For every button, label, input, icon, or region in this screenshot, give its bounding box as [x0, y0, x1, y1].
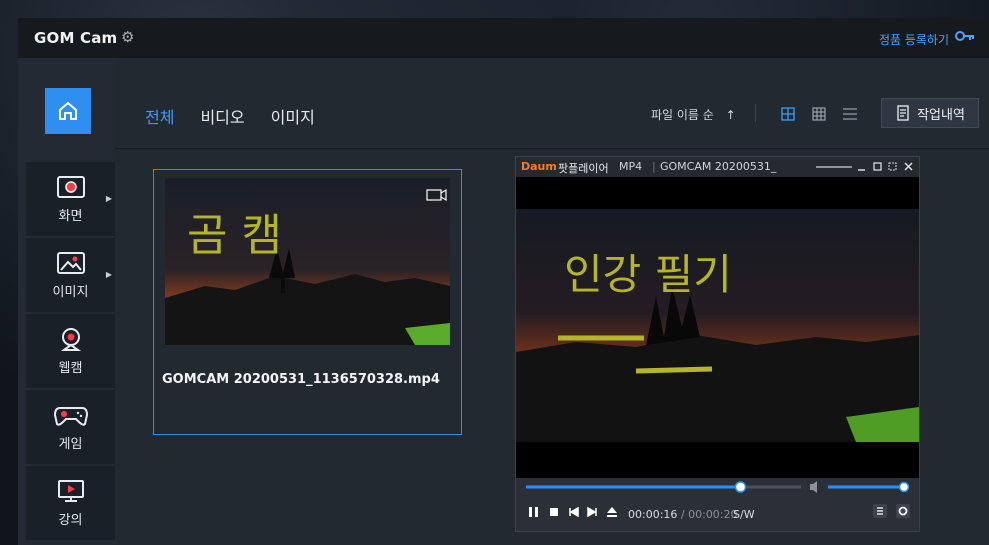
window-controls[interactable] — [816, 162, 916, 172]
eject-icon — [607, 507, 617, 517]
divider — [755, 104, 756, 122]
volume-handle — [898, 481, 910, 493]
screen-record-icon — [56, 175, 85, 198]
file-name: GOMCAM 20200531_1136570328.mp4 — [162, 372, 440, 387]
seek-handle — [734, 481, 747, 493]
sort-button[interactable]: 파일 이름 순 ↑ — [651, 106, 736, 123]
video-handwriting: 인강 필기 — [564, 250, 732, 299]
sidebar-item-label: 강의 — [58, 512, 83, 528]
history-label: 작업내역 — [917, 107, 965, 123]
player-title-bar: Daum 팟플레이어 MP4 | GOMCAM 20200531_ — [516, 157, 919, 177]
settings-button — [896, 504, 910, 518]
player-controls: 00:00:16 / 00:00:20 S/W — [516, 478, 919, 531]
filter-tabs: 전체 비디오 이미지 — [145, 104, 315, 128]
main-content: 전체 비디오 이미지 파일 이름 순 ↑ 작업내역 곰 캠 GOMCAM 202… — [115, 58, 989, 545]
image-icon — [56, 251, 85, 274]
file-card[interactable]: 곰 캠 GOMCAM 20200531_1136570328.mp4 — [153, 169, 462, 435]
sidebar-item-label: 웹캠 — [58, 360, 83, 376]
title-separator: | — [652, 160, 656, 173]
current-time: 00:00:16 — [628, 508, 678, 521]
home-icon — [59, 102, 77, 120]
list-view-icon[interactable] — [843, 107, 857, 121]
settings-gear-icon[interactable]: ⚙ — [121, 28, 134, 46]
sort-arrow-icon: ↑ — [725, 108, 736, 122]
title-bar: GOM Cam ⚙ 정품 등록하기 — [18, 18, 989, 58]
key-icon[interactable] — [955, 29, 975, 43]
pause-icon — [529, 507, 538, 517]
render-mode-label[interactable]: S/W — [733, 508, 755, 521]
sidebar-item-image[interactable]: 이미지 ▶ — [26, 238, 115, 312]
previous-icon — [569, 506, 579, 518]
stop-icon — [550, 508, 558, 516]
time-display: 00:00:16 / 00:00:20 — [628, 508, 738, 521]
sidebar-item-label: 이미지 — [52, 284, 89, 300]
video-area[interactable]: 인강 필기 — [516, 177, 919, 478]
tab-image[interactable]: 이미지 — [271, 104, 315, 128]
sidebar-item-label: 게임 — [58, 436, 83, 452]
sidebar-item-label: 화면 — [58, 208, 83, 224]
sidebar-item-screen[interactable]: 화면 ▶ — [26, 162, 115, 236]
volume-icon — [810, 481, 817, 493]
history-button[interactable]: 작업내역 — [881, 98, 979, 128]
sidebar-item-lecture[interactable]: 강의 — [26, 466, 115, 540]
player-format: MP4 — [619, 160, 643, 173]
total-time: 00:00:20 — [688, 508, 738, 521]
player-title: GOMCAM 20200531_ — [660, 160, 777, 173]
divider — [115, 148, 989, 149]
expand-arrow-icon[interactable]: ▶ — [106, 270, 112, 279]
sidebar-item-game[interactable]: 게임 — [26, 390, 115, 464]
sort-label: 파일 이름 순 — [651, 108, 714, 122]
document-icon — [897, 105, 909, 121]
tab-video[interactable]: 비디오 — [200, 104, 244, 128]
home-button[interactable] — [45, 88, 91, 134]
large-grid-view-icon[interactable] — [781, 107, 795, 121]
app-logo: GOM Cam — [34, 29, 118, 47]
video-thumbnail: 곰 캠 — [165, 178, 450, 345]
next-icon — [587, 506, 597, 518]
player-brand[interactable]: 팟플레이어 — [558, 160, 609, 176]
lecture-icon — [57, 479, 84, 502]
tab-all[interactable]: 전체 — [145, 104, 174, 128]
gamepad-icon — [53, 406, 88, 426]
webcam-icon — [60, 327, 81, 351]
daum-logo: Daum — [521, 160, 557, 173]
expand-arrow-icon[interactable]: ▶ — [106, 194, 112, 203]
small-grid-view-icon[interactable] — [812, 107, 826, 121]
potplayer-window[interactable]: Daum 팟플레이어 MP4 | GOMCAM 20200531_ 인강 필기 … — [515, 156, 920, 532]
sidebar: 화면 ▶ 이미지 ▶ 웹캠 게임 강의 — [18, 58, 115, 545]
sidebar-item-webcam[interactable]: 웹캠 — [26, 314, 115, 388]
thumbnail-handwriting: 곰 캠 — [187, 210, 282, 261]
register-link[interactable]: 정품 등록하기 — [879, 31, 949, 48]
gomcam-window: GOM Cam ⚙ 정품 등록하기 화면 ▶ 이미지 ▶ 웹캠 게임 강의 전체… — [18, 18, 989, 545]
